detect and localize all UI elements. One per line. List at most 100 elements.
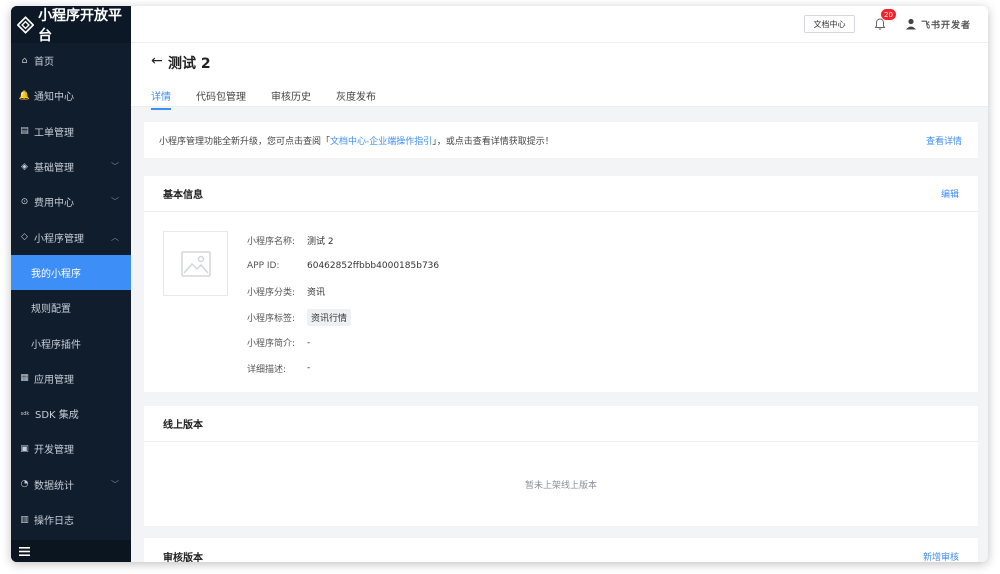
info-row: APP ID: 60462852ffbbb4000185b736 (247, 254, 439, 280)
sidebar-item-label: 我的小程序 (31, 268, 81, 280)
sidebar-item-11[interactable]: ▣ 开发管理 (11, 431, 131, 466)
review-version-title: 审核版本 (163, 552, 203, 563)
edit-button[interactable]: 编辑 (941, 187, 959, 200)
basic-info-card: 基本信息 编辑 小程序名称: 测试 2 APP ID: 60462852ffbbb40… (144, 176, 978, 392)
home-icon: ⌂ (21, 55, 28, 66)
sidebar-item-4[interactable]: ⊙ 费用中心 ﹀ (11, 184, 131, 219)
sidebar-collapse-button[interactable] (11, 540, 131, 562)
info-label: 小程序名称: (247, 237, 296, 248)
sidebar-item-12[interactable]: ◔ 数据统计 ﹀ (11, 467, 131, 502)
info-row: 小程序名称: 测试 2 (247, 228, 439, 254)
sidebar-item-9[interactable]: ▦ 应用管理 (11, 361, 131, 396)
grid-icon: ▦ (20, 373, 29, 384)
chevron-up-icon: ︿ (111, 232, 119, 242)
log-icon: ▥ (20, 514, 29, 525)
online-version-title: 线上版本 (163, 420, 203, 431)
info-value: - (307, 363, 311, 374)
brand[interactable]: 小程序开放平台 (11, 6, 131, 44)
app-window: 小程序开放平台 ⌂ 首页 🔔 通知中心 ▤ 工单管理 ◈ 基础管理 ﹀ ⊙ 费用中心 ﹀ ◇ 小程序管理 ︿… (11, 6, 988, 562)
sidebar-item-label: 开发管理 (34, 445, 74, 457)
user-name[interactable]: 飞书开发者 (921, 18, 971, 31)
tab-1[interactable]: 代码包管理 (196, 88, 246, 110)
info-row: 详细描述: - (247, 356, 439, 382)
view-details-link[interactable]: 查看详情 (926, 134, 962, 147)
sidebar-nav: ⌂ 首页 🔔 通知中心 ▤ 工单管理 ◈ 基础管理 ﹀ ⊙ 费用中心 ﹀ ◇ 小程序管理 ︿ 我的小程序规则配… (11, 43, 131, 537)
review-version-card: 审核版本 新增审核 (144, 538, 978, 562)
diamond-icon: ◇ (21, 232, 28, 243)
sidebar-item-label: 首页 (34, 57, 54, 69)
sidebar-item-label: 规则配置 (31, 304, 71, 316)
info-value: 测试 2 (307, 237, 334, 248)
sidebar-item-7[interactable]: 规则配置 (11, 290, 131, 325)
info-label: 小程序简介: (247, 339, 296, 350)
back-arrow-icon[interactable]: ← (151, 53, 163, 69)
sidebar-item-label: 费用中心 (34, 198, 74, 210)
sidebar-item-label: 通知中心 (34, 92, 74, 104)
sidebar-item-label: 基础管理 (34, 163, 74, 175)
brand-title: 小程序开放平台 (38, 7, 123, 44)
tab-0[interactable]: 详情 (151, 88, 171, 110)
sidebar-item-1[interactable]: 🔔 通知中心 (11, 78, 131, 113)
user-icon[interactable] (905, 18, 917, 30)
notice-text-after: 」，或点击查看详情获取提示！ (432, 136, 554, 147)
sidebar-item-label: 数据统计 (34, 480, 74, 492)
info-tag: 资讯行情 (307, 308, 352, 326)
sidebar: 小程序开放平台 ⌂ 首页 🔔 通知中心 ▤ 工单管理 ◈ 基础管理 ﹀ ⊙ 费用中心 ﹀ ◇ 小程序管理 ︿… (11, 6, 131, 562)
sidebar-item-3[interactable]: ◈ 基础管理 ﹀ (11, 149, 131, 184)
chevron-down-icon: ﹀ (111, 197, 119, 207)
notice-text-before: 小程序管理功能全新升级，您可点击查阅「 (159, 136, 331, 147)
review-version-header: 审核版本 新增审核 (144, 538, 978, 563)
info-label: 小程序标签: (247, 313, 296, 324)
sidebar-item-10[interactable]: sdk SDK 集成 (11, 396, 131, 431)
info-value: 60462852ffbbb4000185b736 (307, 261, 440, 272)
notification-badge: 20 (881, 9, 896, 20)
sidebar-item-5[interactable]: ◇ 小程序管理 ︿ (11, 219, 131, 254)
basic-info-title: 基本信息 (163, 190, 203, 201)
pie-chart-icon: ◔ (20, 479, 29, 490)
coin-icon: ⊙ (20, 196, 29, 207)
sidebar-item-label: SDK 集成 (35, 410, 79, 422)
basic-info-header: 基本信息 编辑 (144, 176, 978, 212)
notice-doc-link[interactable]: 文档中心-企业端操作指引 (330, 134, 432, 147)
info-value: - (307, 337, 311, 348)
sidebar-item-label: 操作日志 (34, 516, 74, 527)
menu-icon (19, 546, 30, 556)
main-content: ← 测试 2 详情 代码包管理 审核历史 灰度发布 小程序管理功能全新升级，您可点击查… (131, 43, 988, 562)
sidebar-item-6[interactable]: 我的小程序 (11, 254, 131, 291)
page-title: 测试 2 (168, 56, 211, 72)
doc-center-button[interactable]: 文档中心 (804, 15, 855, 33)
sidebar-item-8[interactable]: 小程序插件 (11, 325, 131, 360)
sidebar-item-label: 工单管理 (34, 127, 74, 139)
info-label: APP ID: (247, 261, 280, 272)
topbar: 文档中心 20 飞书开发者 (131, 6, 988, 43)
info-row: 小程序分类: 资讯 (247, 279, 439, 305)
app-icon-placeholder (163, 231, 228, 296)
tab-bar: 详情 代码包管理 审核历史 灰度发布 (151, 88, 401, 110)
layers-icon: ◈ (21, 161, 28, 172)
info-row: 小程序标签: 资讯行情 (247, 305, 439, 331)
upgrade-notice: 小程序管理功能全新升级，您可点击查阅「 文档中心-企业端操作指引 」，或点击查看… (144, 122, 978, 158)
online-version-header: 线上版本 (144, 406, 978, 442)
tab-2[interactable]: 审核历史 (271, 88, 311, 110)
page-header: ← 测试 2 详情 代码包管理 审核历史 灰度发布 (131, 43, 988, 110)
sidebar-item-label: 小程序插件 (31, 339, 81, 351)
chevron-down-icon: ﹀ (111, 162, 119, 172)
sidebar-item-0[interactable]: ⌂ 首页 (11, 43, 131, 78)
sdk-icon: sdk (20, 410, 30, 417)
add-review-button[interactable]: 新增审核 (923, 550, 959, 563)
online-version-empty-text: 暂未上架线上版本 (524, 481, 597, 491)
basic-info-fields: 小程序名称: 测试 2 APP ID: 60462852ffbbb4000185b73… (247, 228, 439, 381)
sidebar-item-label: 应用管理 (34, 374, 74, 386)
monitor-icon: ▣ (20, 443, 29, 454)
info-label: 详细描述: (247, 364, 287, 375)
sidebar-item-2[interactable]: ▤ 工单管理 (11, 114, 131, 149)
bell-icon: 🔔 (18, 90, 31, 101)
info-value: 资讯 (307, 288, 326, 299)
online-version-card: 线上版本 暂未上架线上版本 (144, 406, 978, 526)
sidebar-item-label: 小程序管理 (34, 233, 84, 245)
diamond-logo-icon (17, 15, 35, 34)
info-row: 小程序简介: - (247, 330, 439, 356)
tab-3[interactable]: 灰度发布 (336, 88, 376, 110)
sidebar-item-13[interactable]: ▥ 操作日志 (11, 502, 131, 537)
clipboard-icon: ▤ (20, 126, 29, 137)
